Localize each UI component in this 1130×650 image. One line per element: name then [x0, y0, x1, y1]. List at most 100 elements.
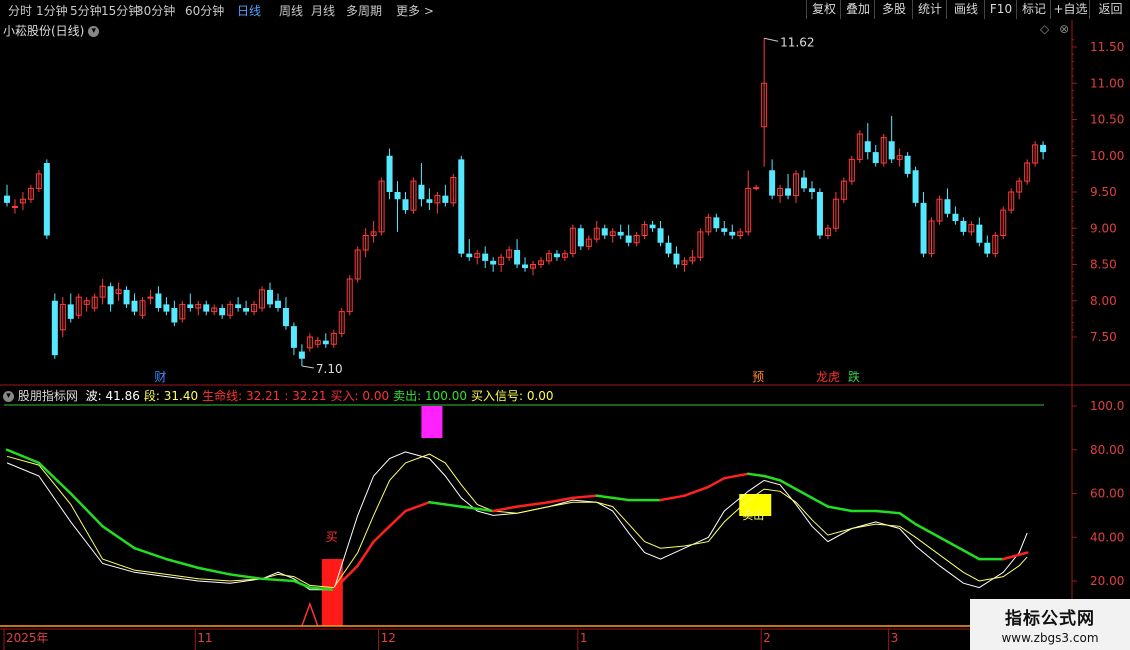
candle-body-down[interactable]: [442, 195, 449, 203]
period-tab-4[interactable]: 30分钟: [136, 2, 175, 19]
candle-body-down[interactable]: [801, 177, 807, 189]
candle-body-down[interactable]: [944, 199, 951, 214]
candle-body-down[interactable]: [920, 202, 927, 254]
candle-body-down[interactable]: [322, 340, 329, 345]
price-tick-label: 9.50: [1090, 185, 1117, 199]
chevron-down-icon[interactable]: ▾: [88, 26, 100, 37]
candle-body-down[interactable]: [426, 199, 433, 203]
candle-body-down[interactable]: [601, 228, 608, 236]
kline-chart[interactable]: 11.50 11.00 10.50 10.00 9.50 9.00 8.50 8.00 7.50…: [0, 20, 1130, 650]
event-marker[interactable]: 跌: [848, 369, 860, 384]
toolbar-button-2[interactable]: 多股: [874, 0, 913, 19]
toolbar-button-1[interactable]: 叠加: [840, 0, 875, 19]
period-tab-3[interactable]: 15分钟: [101, 2, 140, 19]
toolbar-button-0[interactable]: 复权: [806, 0, 841, 19]
candle-body-down[interactable]: [282, 308, 289, 327]
candle-body-down[interactable]: [769, 170, 776, 196]
period-tab-0[interactable]: 分时: [8, 2, 32, 19]
segment-line: [6, 453, 1028, 589]
candle-body-down[interactable]: [187, 304, 194, 308]
candle-body-down[interactable]: [274, 300, 281, 308]
candle-body-down[interactable]: [1040, 144, 1047, 153]
candle-body-down[interactable]: [872, 152, 879, 163]
candle-body-down[interactable]: [952, 213, 959, 221]
candle-body-down[interactable]: [577, 228, 584, 247]
candle-body-down[interactable]: [904, 155, 911, 174]
collapse-icon[interactable]: ▾: [3, 391, 14, 402]
period-tab-5[interactable]: 60分钟: [185, 2, 224, 19]
candle-body-down[interactable]: [617, 231, 624, 236]
period-tab-7[interactable]: 周线: [279, 2, 303, 19]
candle-body-down[interactable]: [482, 253, 489, 261]
candle-body-down[interactable]: [267, 289, 274, 305]
candle-body-down[interactable]: [673, 253, 680, 265]
candle-body-down[interactable]: [4, 195, 10, 203]
toolbar-button-4[interactable]: 画线: [946, 0, 985, 19]
candle-body-down[interactable]: [171, 308, 178, 323]
period-tab-6[interactable]: 日线: [237, 2, 261, 19]
period-tab-8[interactable]: 月线: [311, 2, 335, 19]
toolbar-button-7[interactable]: +自选: [1050, 0, 1090, 19]
candle-body-down[interactable]: [67, 304, 74, 319]
candle-body-down[interactable]: [235, 304, 242, 308]
candle-body-down[interactable]: [514, 250, 521, 265]
candle-body-down[interactable]: [976, 224, 983, 243]
life-line-segment: [260, 577, 296, 583]
candle-body-down[interactable]: [785, 188, 792, 196]
candle-body-down[interactable]: [912, 170, 919, 203]
candle-body-down[interactable]: [243, 308, 250, 312]
period-tab-10[interactable]: 更多 >: [396, 2, 434, 19]
candle-body-down[interactable]: [418, 184, 425, 200]
period-tab-2[interactable]: 5分钟: [70, 2, 102, 19]
candle-body-down[interactable]: [960, 221, 967, 232]
toolbar-button-3[interactable]: 统计: [912, 0, 947, 19]
candle-body-down[interactable]: [43, 163, 50, 236]
life-line-segment: [746, 472, 766, 478]
candle-body-down[interactable]: [298, 351, 305, 359]
candle-body-up[interactable]: [753, 187, 760, 190]
candle-body-down[interactable]: [386, 155, 393, 192]
candle-body-down[interactable]: [808, 188, 815, 192]
candle-body-up[interactable]: [147, 296, 154, 299]
candle-body-down[interactable]: [394, 192, 401, 200]
candle-body-down[interactable]: [649, 224, 656, 229]
toolbar-button-8[interactable]: 返回: [1089, 0, 1130, 19]
toolbar-button-5[interactable]: F10: [984, 0, 1017, 19]
diamond-icon[interactable]: ◇: [1040, 22, 1049, 36]
candle-body-down[interactable]: [713, 217, 720, 229]
candle-body-down[interactable]: [131, 300, 138, 312]
candle-body-down[interactable]: [864, 141, 871, 153]
candle-body-down[interactable]: [155, 293, 162, 309]
candle-body-down[interactable]: [458, 159, 465, 254]
period-tab-9[interactable]: 多周期: [346, 2, 382, 19]
candle-body-down[interactable]: [665, 242, 672, 254]
candle-body-down[interactable]: [490, 260, 497, 265]
toolbar-button-6[interactable]: 标记: [1016, 0, 1051, 19]
event-marker[interactable]: 财: [154, 370, 166, 384]
candle-body-down[interactable]: [721, 228, 728, 232]
candle-body-down[interactable]: [888, 141, 895, 160]
event-marker[interactable]: 预: [752, 370, 764, 384]
candle-body-down[interactable]: [402, 199, 409, 211]
candle-body-down[interactable]: [522, 264, 529, 269]
candle-body-down[interactable]: [466, 253, 473, 258]
candle-body-down[interactable]: [816, 192, 823, 236]
indicator-name[interactable]: 股朋指标网: [18, 389, 78, 403]
candle-body-down[interactable]: [51, 300, 58, 356]
candle-body-down[interactable]: [219, 308, 226, 316]
candle-body-down[interactable]: [984, 242, 991, 254]
candle-body-down[interactable]: [123, 289, 130, 305]
candle-body-down[interactable]: [163, 304, 170, 312]
candle-body-down[interactable]: [657, 228, 664, 243]
candle-body-down[interactable]: [729, 231, 736, 236]
indicator-header: ▾ 股朋指标网 波: 41.86 段: 31.40 生命线: 32.21: 32.2…: [3, 387, 554, 404]
candle-body-down[interactable]: [290, 326, 297, 348]
period-tab-1[interactable]: 1分钟: [36, 2, 68, 19]
candle-body-up[interactable]: [11, 206, 18, 208]
event-marker[interactable]: 龙虎: [816, 370, 840, 384]
close-circle-icon[interactable]: ⊗: [1059, 22, 1069, 36]
candle-body-down[interactable]: [107, 286, 114, 305]
candle-body-down[interactable]: [553, 253, 560, 258]
candle-body-down[interactable]: [625, 235, 632, 243]
candle-body-down[interactable]: [203, 304, 210, 312]
